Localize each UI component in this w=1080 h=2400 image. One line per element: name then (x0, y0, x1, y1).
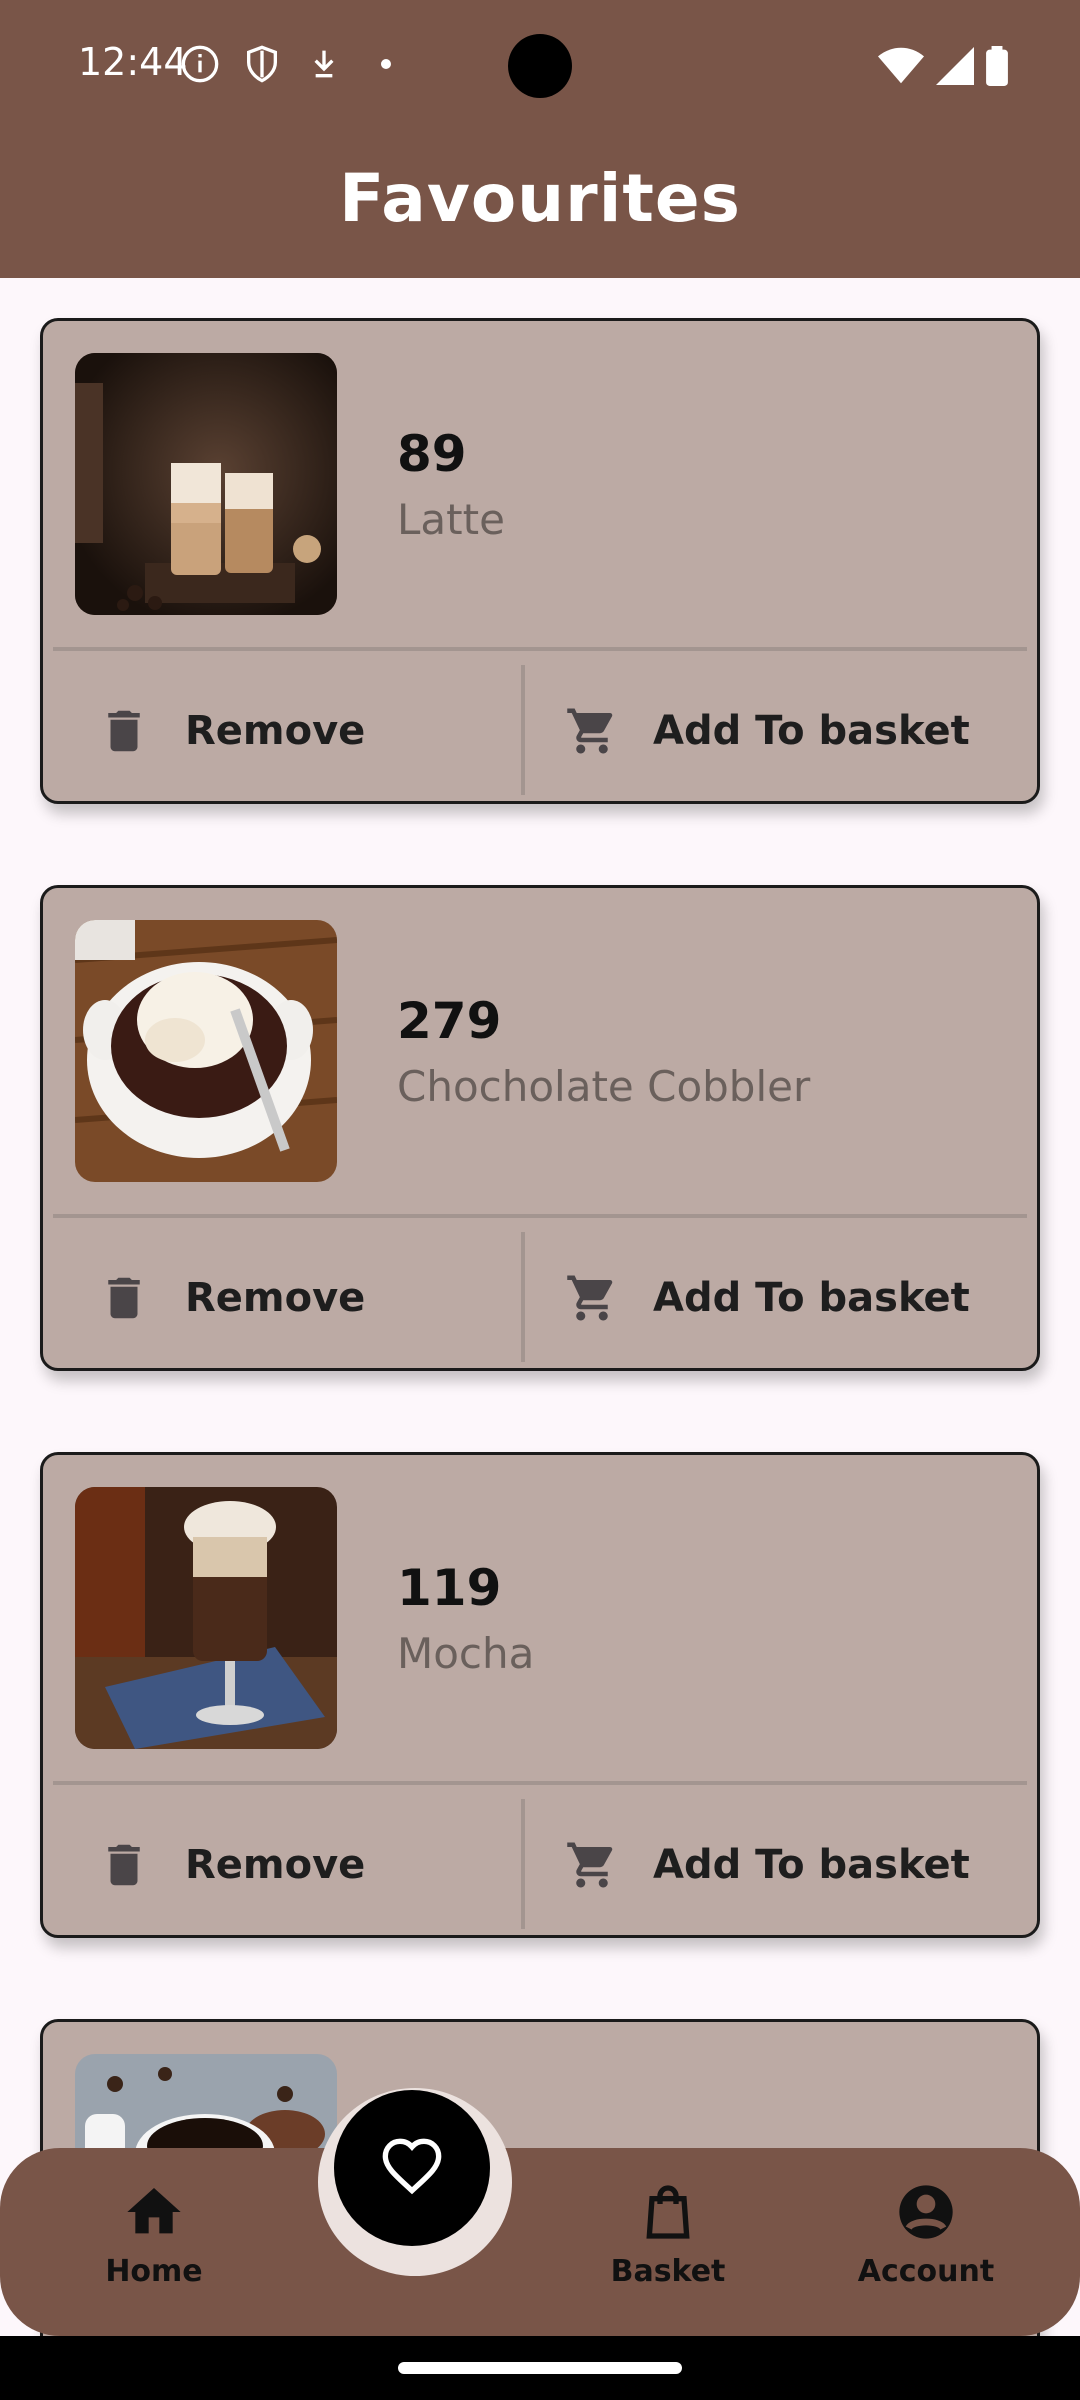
page-title: Favourites (339, 160, 741, 237)
nav-account[interactable]: Account (826, 2180, 1026, 2289)
product-name: Latte (397, 495, 505, 544)
trash-icon (108, 1277, 140, 1319)
favourite-card: 279 Chocholate Cobbler Remove Add To bas… (40, 885, 1040, 1371)
remove-button[interactable]: Remove (97, 1795, 497, 1935)
nav-home[interactable]: Home (54, 2180, 254, 2289)
add-label: Add To basket (653, 1275, 970, 1321)
nav-basket[interactable]: Basket (568, 2180, 768, 2289)
product-image (75, 1487, 337, 1749)
nav-account-label: Account (857, 2254, 995, 2289)
add-to-basket-button[interactable]: Add To basket (565, 1228, 1005, 1368)
status-bar: 12:44 (0, 0, 1080, 132)
product-image (75, 920, 337, 1182)
download-icon (314, 50, 334, 78)
card-divider (53, 647, 1027, 651)
add-to-basket-button[interactable]: Add To basket (565, 661, 1005, 801)
gesture-bar (0, 2336, 1080, 2400)
system-icons (878, 46, 1008, 86)
remove-label: Remove (185, 708, 366, 754)
top-app-bar: 12:44 Favourites (0, 0, 1080, 278)
card-divider (53, 1781, 1027, 1785)
remove-label: Remove (185, 1842, 366, 1888)
favourites-fab[interactable] (334, 2090, 490, 2246)
mocha-photo (75, 1487, 337, 1749)
trash-icon (108, 1844, 140, 1886)
card-divider (53, 1214, 1027, 1218)
product-image (75, 353, 337, 615)
favourite-card: 119 Mocha Remove Add To basket (40, 1452, 1040, 1938)
bag-icon (646, 2185, 690, 2239)
favourite-card: 89 Latte Remove Add To basket (40, 318, 1040, 804)
cart-icon (567, 708, 613, 754)
remove-button[interactable]: Remove (97, 1228, 497, 1368)
notification-icons (180, 44, 406, 84)
camera-cutout (508, 34, 572, 98)
product-name: Chocholate Cobbler (397, 1062, 811, 1111)
home-icon (127, 2188, 181, 2234)
info-icon (181, 45, 219, 83)
account-icon (899, 2185, 953, 2239)
cobbler-photo (75, 920, 337, 1182)
battery-icon (986, 46, 1008, 86)
favourites-list[interactable]: 89 Latte Remove Add To basket 279 Chocho… (0, 278, 1080, 2400)
add-label: Add To basket (653, 708, 970, 754)
remove-label: Remove (185, 1275, 366, 1321)
add-to-basket-button[interactable]: Add To basket (565, 1795, 1005, 1935)
button-divider (521, 665, 525, 795)
button-divider (521, 1232, 525, 1362)
dot-icon (381, 59, 391, 69)
wifi-icon (878, 47, 924, 84)
cart-icon (567, 1842, 613, 1888)
latte-photo (75, 353, 337, 615)
nav-home-label: Home (105, 2254, 203, 2289)
cart-icon (567, 1275, 613, 1321)
product-price: 89 (397, 425, 467, 483)
nav-basket-label: Basket (610, 2254, 726, 2289)
product-name: Mocha (397, 1629, 535, 1678)
button-divider (521, 1799, 525, 1929)
signal-icon (936, 47, 974, 85)
home-indicator[interactable] (398, 2362, 682, 2374)
add-label: Add To basket (653, 1842, 970, 1888)
remove-button[interactable]: Remove (97, 661, 497, 801)
shield-icon (247, 45, 277, 83)
heart-icon (382, 2138, 442, 2195)
trash-icon (108, 710, 140, 752)
product-price: 279 (397, 992, 502, 1050)
product-price: 119 (397, 1559, 502, 1617)
status-time: 12:44 (78, 40, 188, 84)
